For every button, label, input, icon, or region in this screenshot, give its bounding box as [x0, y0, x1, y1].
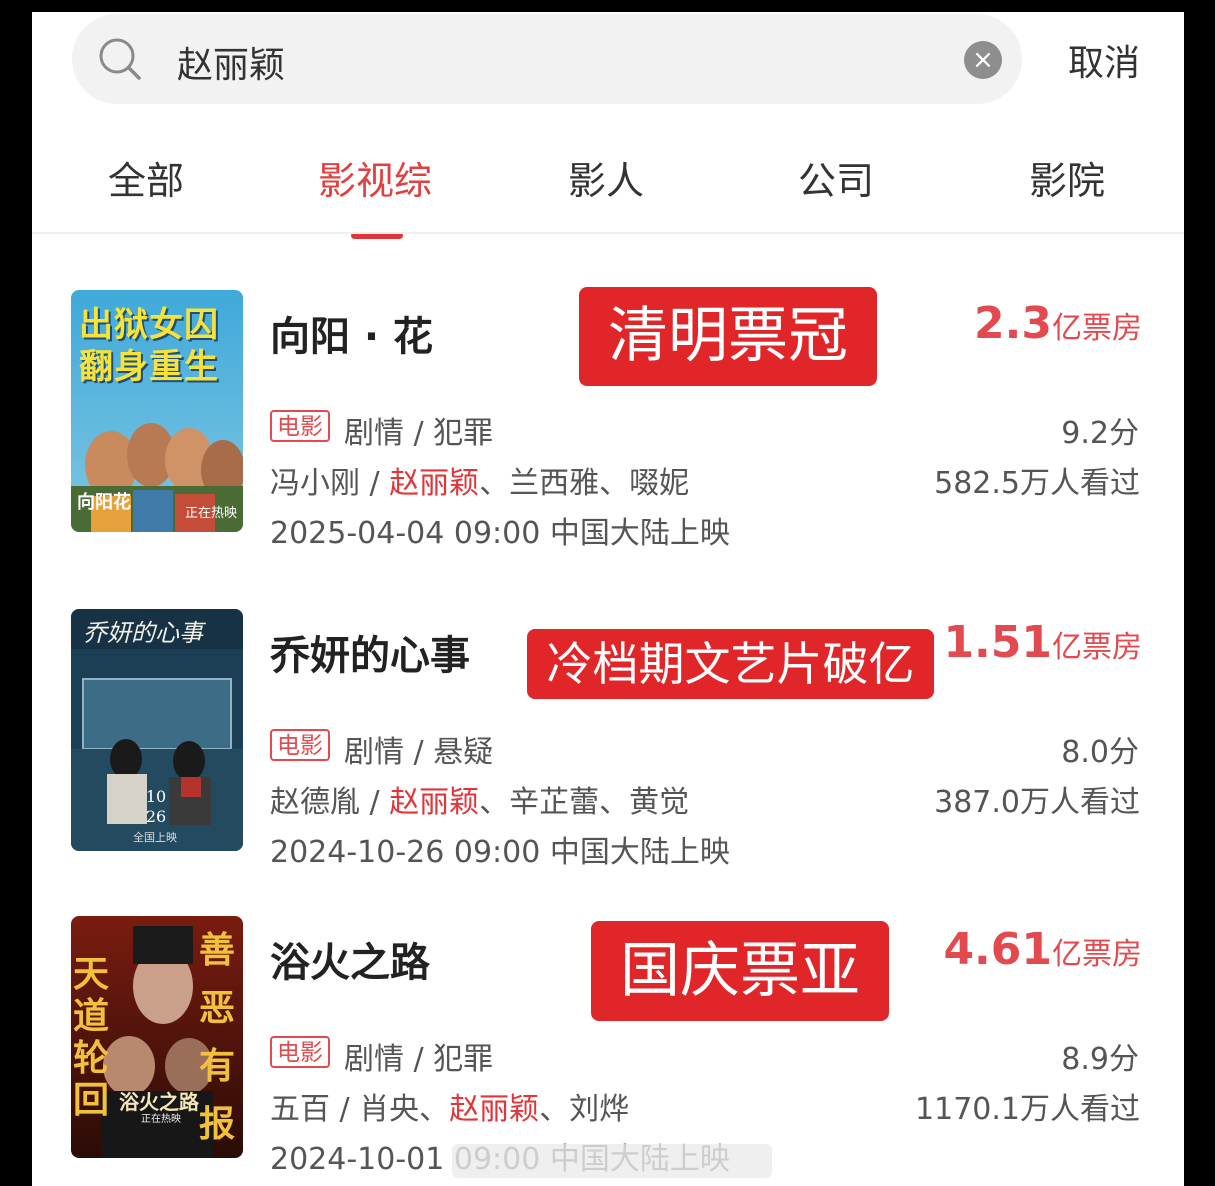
cast-rest: 、刘烨	[539, 1092, 630, 1127]
director: 五百	[270, 1092, 330, 1127]
cast-highlight: 赵丽颖	[449, 1092, 540, 1127]
director: 冯小刚	[270, 466, 360, 501]
score: 9.2分	[1061, 416, 1139, 451]
cast-rest: 、辛芷蕾、黄觉	[479, 785, 690, 820]
genre: 剧情 / 犯罪	[344, 1042, 494, 1077]
highlight-label: 清明票冠	[579, 287, 877, 386]
genre: 剧情 / 悬疑	[344, 735, 494, 770]
poster-badge: 正在热映	[141, 1114, 181, 1125]
cast-pre: 肖央、	[359, 1092, 450, 1127]
search-input[interactable]: 赵丽颖	[177, 36, 285, 88]
list-item[interactable]: 乔妍的心事 10 26 全国上映 乔妍的心事 冷档期文艺片破亿 1.51亿票房 …	[32, 609, 1184, 870]
movie-poster[interactable]: 乔妍的心事 10 26 全国上映	[71, 609, 243, 851]
watermark-overlay	[452, 1144, 772, 1178]
cast-highlight: 赵丽颖	[389, 466, 480, 501]
movie-poster[interactable]: 出狱女囚 翻身重生 向阳花 正在热映	[71, 290, 243, 532]
app-frame: 赵丽颖 × 取消 全部 影视综 影人 公司 影院 出狱女囚 翻身重生 向阳花 正…	[32, 12, 1184, 1186]
highlight-label: 国庆票亚	[591, 921, 889, 1021]
score: 8.0分	[1061, 735, 1139, 770]
tab-people[interactable]: 影人	[568, 150, 644, 205]
type-tag: 电影	[270, 1036, 330, 1068]
divider	[32, 232, 1184, 234]
tab-all[interactable]: 全部	[108, 150, 184, 205]
movie-title[interactable]: 乔妍的心事	[270, 623, 470, 681]
director: 赵德胤	[270, 785, 360, 820]
movie-title[interactable]: 浴火之路	[270, 930, 430, 988]
view-count: 387.0万人看过	[934, 785, 1140, 820]
cast-rest: 、兰西雅、啜妮	[479, 466, 690, 501]
search-icon	[99, 38, 141, 80]
poster-title: 乔妍的心事	[83, 619, 203, 647]
type-tag: 电影	[270, 410, 330, 442]
box-office: 2.3亿票房	[974, 298, 1142, 349]
director-cast: 冯小刚 / 赵丽颖、兰西雅、啜妮	[270, 466, 690, 501]
clear-icon[interactable]: ×	[964, 41, 1002, 79]
poster-left-text: 天道轮回	[73, 954, 110, 1121]
cast-highlight: 赵丽颖	[389, 785, 480, 820]
tab-cinema[interactable]: 影院	[1029, 150, 1105, 205]
poster-subtitle: 全国上映	[133, 831, 177, 844]
search-bar[interactable]: 赵丽颖 ×	[72, 14, 1022, 104]
director-cast: 五百 / 肖央、赵丽颖、刘烨	[270, 1092, 630, 1127]
box-office: 1.51亿票房	[943, 617, 1142, 668]
cancel-button[interactable]: 取消	[1068, 34, 1140, 86]
poster-date: 10 26	[145, 787, 167, 826]
movie-poster[interactable]: 天道轮回 善恶有报 浴火之路 正在热映	[71, 916, 243, 1158]
director-cast: 赵德胤 / 赵丽颖、辛芷蕾、黄觉	[270, 785, 690, 820]
movie-title[interactable]: 向阳 · 花	[270, 304, 433, 362]
score: 8.9分	[1061, 1042, 1139, 1077]
release-info: 2025-04-04 09:00 中国大陆上映	[270, 516, 730, 551]
type-tag: 电影	[270, 729, 330, 761]
list-item[interactable]: 出狱女囚 翻身重生 向阳花 正在热映 向阳 · 花 清明票冠 2.3亿票房 电影…	[32, 287, 1184, 551]
tab-film-tv-variety[interactable]: 影视综	[318, 150, 432, 205]
box-office: 4.61亿票房	[943, 924, 1142, 975]
view-count: 582.5万人看过	[934, 466, 1140, 501]
highlight-label: 冷档期文艺片破亿	[527, 629, 934, 699]
poster-badge: 正在热映	[184, 506, 237, 521]
category-tabs: 全部 影视综 影人 公司 影院	[32, 142, 1184, 239]
view-count: 1170.1万人看过	[915, 1092, 1140, 1127]
poster-right-text: 善恶有报	[199, 930, 236, 1145]
poster-headline: 出狱女囚 翻身重生	[79, 305, 219, 387]
list-item[interactable]: 天道轮回 善恶有报 浴火之路 正在热映 浴火之路 国庆票亚 4.61亿票房 电影…	[32, 916, 1184, 1177]
poster-logo: 向阳花	[77, 492, 131, 513]
genre: 剧情 / 犯罪	[344, 416, 494, 451]
tab-company[interactable]: 公司	[798, 150, 874, 205]
release-info: 2024-10-26 09:00 中国大陆上映	[270, 835, 730, 870]
